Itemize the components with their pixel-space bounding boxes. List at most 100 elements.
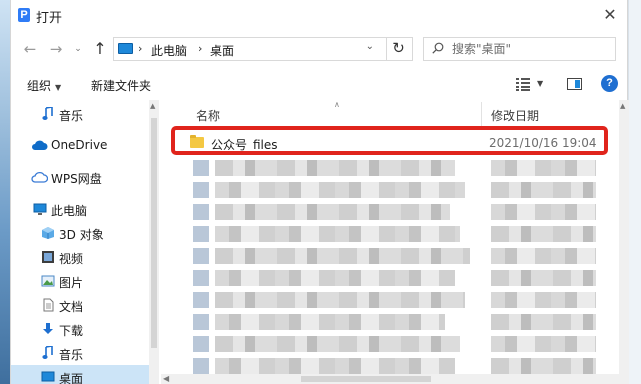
computer-icon — [33, 203, 47, 215]
view-options-icon[interactable] — [516, 78, 530, 91]
blurred-file-name — [215, 270, 455, 286]
nav-item-videos[interactable]: 视频 — [11, 245, 149, 269]
column-divider[interactable] — [481, 102, 482, 126]
wps-app-icon: P — [18, 8, 30, 22]
nav-item-wps-drive[interactable]: WPS网盘 — [11, 165, 149, 189]
address-dropdown-icon[interactable]: ⌄ — [366, 41, 374, 52]
scroll-up-icon[interactable]: ▲ — [150, 102, 155, 110]
address-separator: › — [198, 42, 203, 55]
blurred-file-name — [215, 226, 460, 242]
blurred-file-icon — [193, 226, 209, 242]
search-input[interactable] — [452, 41, 612, 57]
new-folder-button[interactable]: 新建文件夹 — [91, 77, 151, 94]
refresh-button[interactable]: ↻ — [386, 37, 410, 61]
blurred-file-name — [215, 358, 455, 374]
address-part-desktop[interactable]: 桌面 — [210, 42, 234, 59]
blurred-file-date — [491, 248, 596, 264]
address-separator: › — [138, 42, 143, 55]
nav-item-label: 桌面 — [59, 372, 84, 384]
blurred-file-icon — [193, 336, 209, 352]
nav-item-music-quick[interactable]: 音乐 — [11, 102, 149, 126]
cloud-outline-icon — [31, 171, 48, 183]
close-button[interactable]: ✕ — [599, 4, 621, 26]
dialog-title: 打开 — [36, 11, 63, 26]
blurred-file-name — [215, 182, 465, 198]
search-box[interactable] — [423, 37, 616, 61]
column-header-modified[interactable]: 修改日期 — [491, 107, 539, 124]
scroll-up-icon[interactable]: ▲ — [620, 102, 625, 110]
nav-item-label: OneDrive — [51, 138, 108, 152]
sort-indicator-icon: ∧ — [334, 100, 340, 109]
chevron-down-icon: ▼ — [55, 83, 62, 92]
nav-item-desktop[interactable]: 桌面 — [11, 365, 149, 384]
organize-button[interactable]: 组织 ▼ — [27, 77, 61, 94]
music-note-icon — [42, 346, 53, 359]
scrollbar-thumb[interactable] — [301, 376, 431, 382]
film-icon — [42, 251, 54, 263]
blurred-file-name — [215, 292, 465, 308]
nav-item-downloads[interactable]: 下载 — [11, 317, 149, 341]
blurred-file-date — [491, 292, 596, 308]
blurred-file-icon — [193, 204, 209, 220]
column-header-name[interactable]: 名称 — [196, 107, 220, 124]
up-button[interactable]: ↑ — [91, 40, 109, 58]
organize-label: 组织 — [27, 79, 52, 93]
blurred-file-date — [491, 270, 596, 286]
horizontal-scrollbar[interactable]: ◀ — [161, 374, 619, 384]
blurred-file-icon — [193, 248, 209, 264]
help-icon[interactable]: ? — [601, 75, 618, 92]
file-list: ∧ 名称 修改日期 公众号_files 2021/10/16 19:04 ▲ ◀ — [161, 100, 629, 384]
navigation-pane: 音乐 OneDrive WPS网盘 此电脑 3D 对象 视频 图片 文档 下载 … — [11, 100, 159, 384]
command-toolbar: 组织 ▼ 新建文件夹 ▼ ? — [11, 70, 627, 100]
scroll-left-icon[interactable]: ◀ — [163, 374, 169, 383]
blurred-file-icon — [193, 160, 209, 176]
preview-pane-icon[interactable] — [567, 78, 582, 90]
red-highlight-box — [171, 126, 608, 155]
view-dropdown-icon[interactable]: ▼ — [537, 79, 543, 88]
desktop-icon — [41, 371, 55, 382]
open-file-dialog: P 打开 ✕ ← → ⌄ ↑ › 此电脑 › 桌面 ⌄ ↻ 组织▼ 新建文件夹 — [10, 0, 629, 384]
blurred-file-date — [491, 160, 596, 176]
nav-item-music[interactable]: 音乐 — [11, 341, 149, 365]
blurred-file-icon — [193, 358, 209, 374]
cloud-icon — [32, 140, 48, 150]
music-note-icon — [42, 107, 53, 120]
address-bar[interactable]: › 此电脑 › 桌面 ⌄ — [113, 37, 413, 61]
search-icon — [432, 42, 444, 54]
blurred-file-name — [215, 336, 460, 352]
back-button[interactable]: ← — [21, 40, 39, 58]
blurred-file-date — [491, 314, 596, 330]
nav-item-label: 下载 — [59, 324, 84, 338]
nav-item-this-pc[interactable]: 此电脑 — [11, 197, 149, 221]
nav-item-label: 音乐 — [59, 348, 84, 362]
nav-item-label: 3D 对象 — [59, 228, 104, 242]
blurred-file-icon — [193, 314, 209, 330]
blurred-file-date — [491, 182, 596, 198]
address-row: ← → ⌄ ↑ › 此电脑 › 桌面 ⌄ ↻ — [11, 32, 627, 68]
scrollbar-thumb[interactable] — [151, 118, 157, 348]
blurred-file-date — [491, 204, 596, 220]
blurred-file-icon — [193, 270, 209, 286]
blurred-file-icon — [193, 182, 209, 198]
forward-button[interactable]: → — [47, 40, 65, 58]
pc-icon — [118, 43, 133, 54]
file-list-scrollbar[interactable]: ▲ — [619, 100, 629, 384]
nav-item-documents[interactable]: 文档 — [11, 293, 149, 317]
blurred-file-name — [215, 248, 470, 264]
nav-item-label: 视频 — [59, 252, 84, 266]
nav-item-label: WPS网盘 — [51, 172, 102, 186]
desktop-background-left — [0, 0, 10, 384]
blurred-file-date — [491, 336, 596, 352]
recent-locations-button[interactable]: ⌄ — [69, 40, 87, 58]
nav-item-onedrive[interactable]: OneDrive — [11, 133, 149, 157]
nav-item-3d-objects[interactable]: 3D 对象 — [11, 221, 149, 245]
nav-scrollbar[interactable]: ▲ — [149, 100, 159, 384]
nav-item-label: 此电脑 — [51, 204, 88, 218]
address-part-this-pc[interactable]: 此电脑 — [151, 42, 187, 59]
nav-item-pictures[interactable]: 图片 — [11, 269, 149, 293]
nav-item-label: 图片 — [59, 276, 84, 290]
blurred-file-date — [491, 358, 596, 374]
document-icon — [43, 298, 54, 312]
blurred-file-name — [215, 204, 450, 220]
blurred-file-date — [491, 226, 596, 242]
